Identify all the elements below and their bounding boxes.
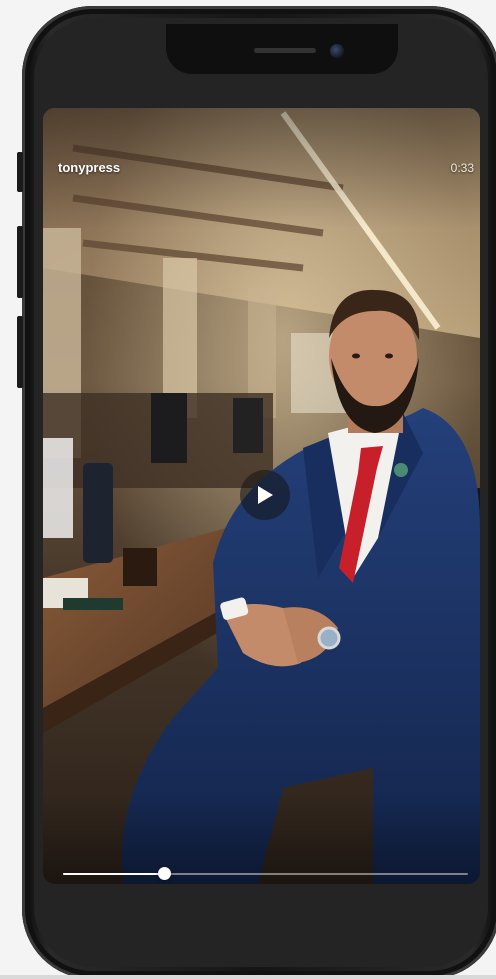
bottom-scrim bbox=[43, 794, 480, 884]
video-player[interactable]: tonypress 0:33 bbox=[43, 108, 480, 884]
progress-fill bbox=[63, 873, 165, 875]
floor-shadow bbox=[0, 975, 496, 979]
video-progress-bar[interactable] bbox=[63, 867, 468, 880]
play-icon bbox=[258, 486, 273, 504]
video-duration: 0:33 bbox=[450, 161, 474, 175]
mute-switch bbox=[17, 152, 23, 192]
volume-up-button bbox=[17, 226, 23, 298]
volume-down-button bbox=[17, 316, 23, 388]
username-label[interactable]: tonypress bbox=[58, 160, 120, 175]
phone-speaker bbox=[254, 48, 316, 53]
front-camera bbox=[330, 44, 344, 58]
play-button[interactable] bbox=[240, 470, 290, 520]
